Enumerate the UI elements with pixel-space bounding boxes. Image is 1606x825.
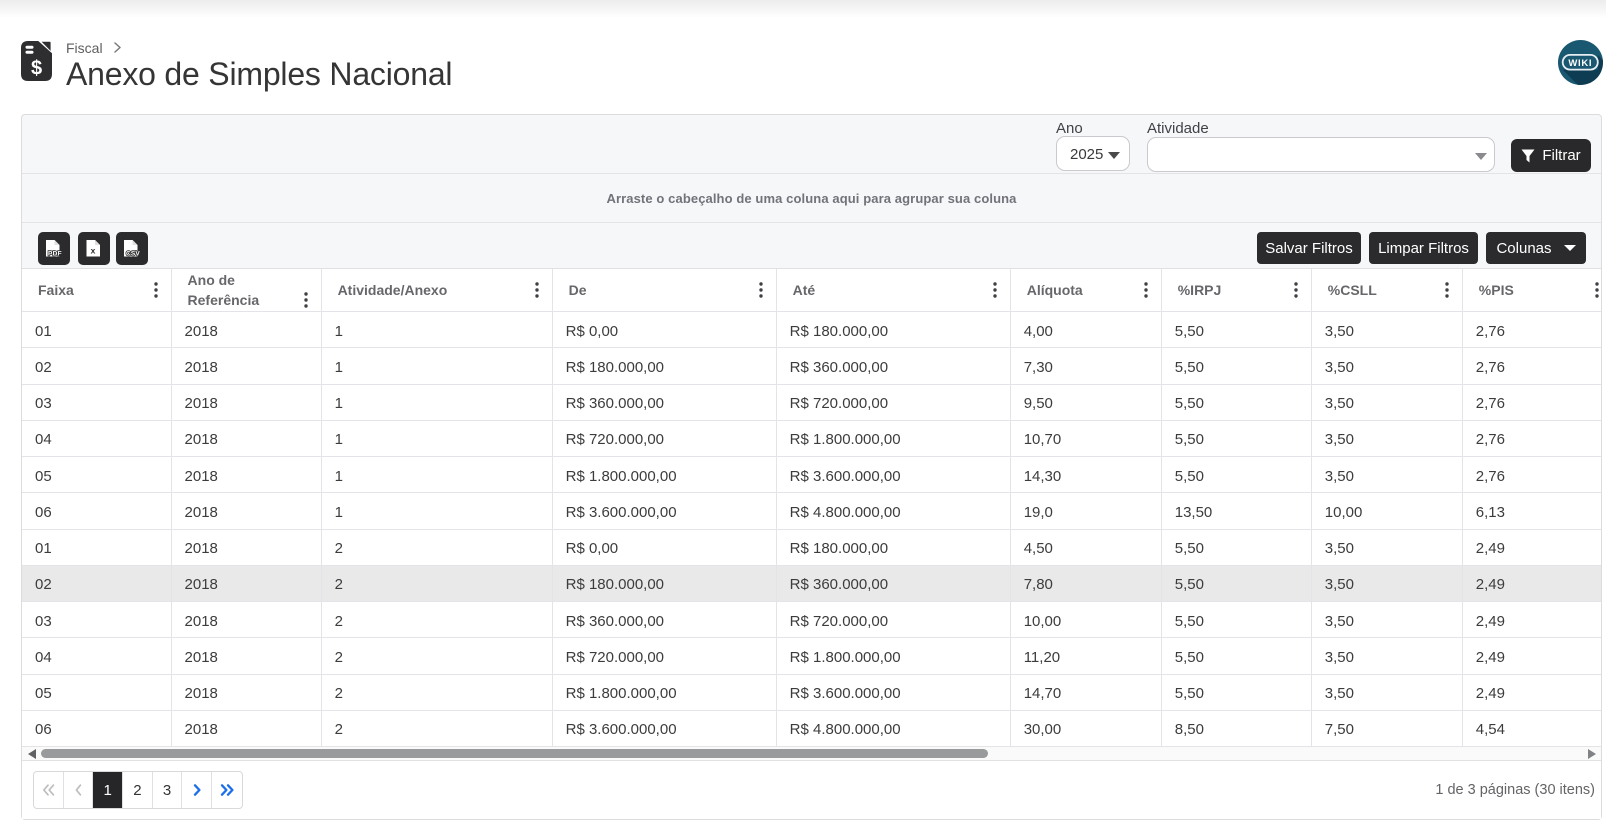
svg-text:CSV: CSV: [126, 251, 140, 258]
svg-text:$: $: [31, 58, 42, 80]
svg-text:PDF: PDF: [48, 251, 62, 258]
svg-text:x: x: [91, 246, 96, 256]
svg-text:WIKI: WIKI: [1568, 58, 1592, 69]
